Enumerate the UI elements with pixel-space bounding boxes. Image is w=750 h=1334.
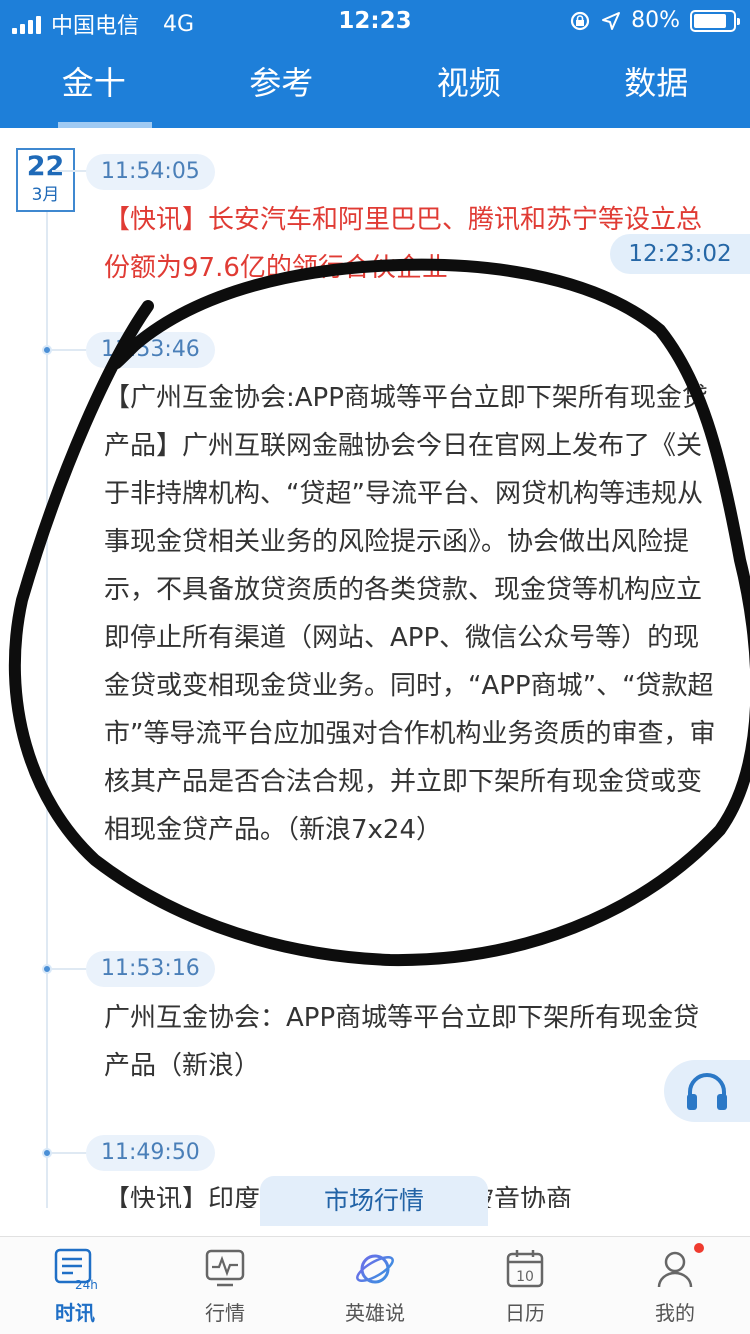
nav-label: 行情: [205, 1301, 245, 1325]
battery-icon: [690, 9, 740, 32]
headphone-icon: [687, 1073, 727, 1110]
tab-data[interactable]: 数据: [563, 42, 750, 128]
notification-dot: [694, 1243, 704, 1253]
nav-label: 时讯: [55, 1301, 95, 1325]
calendar-icon: 10: [506, 1250, 544, 1288]
timeline-connector: [52, 349, 88, 351]
svg-text:24h: 24h: [75, 1278, 97, 1291]
news-time: 11:53:46: [86, 332, 215, 368]
news-time: 11:53:16: [86, 951, 215, 987]
timeline-dot: [42, 964, 52, 974]
battery-percent: 80%: [631, 8, 680, 33]
news-time: 11:54:05: [86, 154, 215, 190]
news-text: 【广州互金协会:APP商城等平台立即下架所有现金贷产品】广州互联网金融协会今日在…: [104, 383, 716, 845]
tab-video[interactable]: 视频: [375, 42, 563, 128]
market-chart-icon: [205, 1249, 245, 1287]
audio-play-button[interactable]: [664, 1060, 750, 1122]
news-24h-icon: 24h: [54, 1248, 97, 1291]
timeline-line: [46, 208, 48, 1208]
timeline-connector: [52, 1152, 88, 1154]
nav-item-profile[interactable]: 我的: [600, 1237, 750, 1334]
latest-update-time[interactable]: 12:23:02: [610, 234, 750, 274]
location-arrow-icon: [602, 11, 621, 30]
top-tab-bar: 金十 参考 视频 数据: [0, 42, 750, 128]
planet-icon: [356, 1254, 394, 1284]
date-month: 3月: [31, 185, 60, 205]
timeline-connector: [52, 170, 88, 172]
nav-label: 我的: [655, 1301, 695, 1325]
bottom-nav: 24h 时讯 行情 英雄说 10 日历 我的: [0, 1236, 750, 1334]
date-day: 22: [26, 151, 65, 182]
nav-item-calendar[interactable]: 10 日历: [450, 1237, 600, 1334]
nav-item-market[interactable]: 行情: [150, 1237, 300, 1334]
tab-jinshi[interactable]: 金十: [0, 42, 188, 128]
nav-label: 英雄说: [345, 1301, 405, 1325]
nav-item-news[interactable]: 24h 时讯: [0, 1237, 150, 1334]
market-quotes-button[interactable]: 市场行情: [260, 1176, 488, 1226]
news-time: 11:49:50: [86, 1135, 215, 1171]
news-text: 广州互金协会：APP商城等平台立即下架所有现金贷产品（新浪）: [104, 1003, 700, 1081]
tab-reference[interactable]: 参考: [188, 42, 376, 128]
rotation-lock-icon: [570, 11, 590, 30]
timeline-dot: [42, 345, 52, 355]
date-badge: 22 3月: [16, 148, 75, 212]
timeline-connector: [52, 968, 88, 970]
user-icon: [657, 1251, 693, 1288]
news-feed[interactable]: 22 3月 11:54:05 【快讯】长安汽车和阿里巴巴、腾讯和苏宁等设立总份额…: [0, 128, 750, 1208]
timeline-dot: [42, 1148, 52, 1158]
calendar-day-number: 10: [516, 1269, 534, 1285]
nav-item-hero[interactable]: 英雄说: [300, 1237, 450, 1334]
status-bar: 中国电信 4G 12:23 80%: [0, 0, 750, 42]
nav-label: 日历: [505, 1301, 545, 1325]
